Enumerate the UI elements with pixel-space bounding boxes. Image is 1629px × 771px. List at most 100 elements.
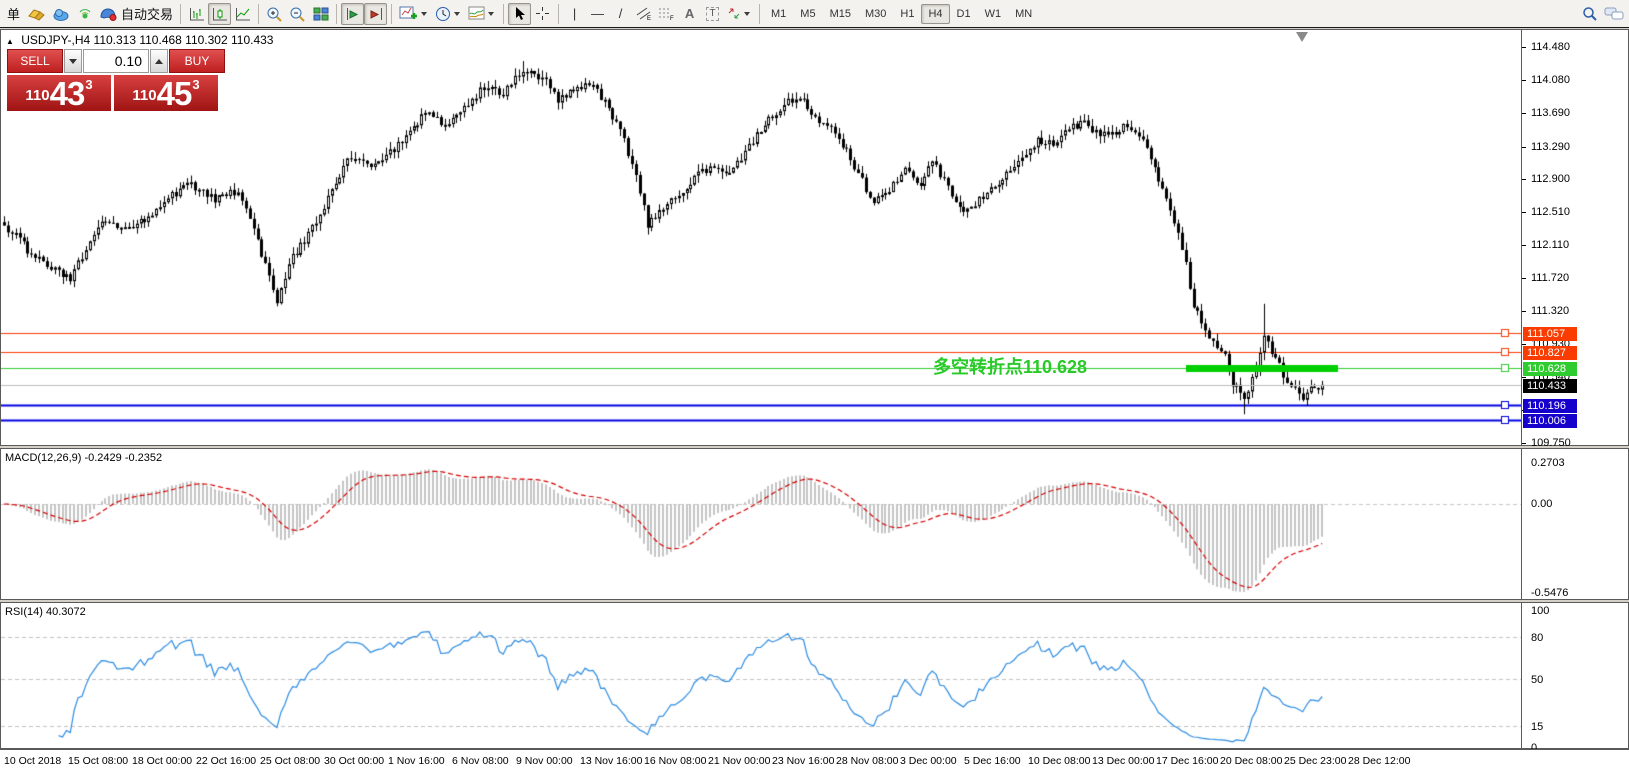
gold-ingot-button[interactable]: [25, 3, 49, 25]
macd-axis[interactable]: 0.2703 0.00 -0.5476: [1522, 448, 1629, 600]
volume-input[interactable]: [83, 49, 149, 73]
signal-button[interactable]: [73, 3, 96, 25]
periods-button[interactable]: [432, 3, 465, 25]
sell-button[interactable]: SELL: [7, 49, 63, 73]
price-axis[interactable]: 114.480114.080113.690113.290112.900112.5…: [1522, 29, 1629, 446]
timeframe-w1[interactable]: W1: [978, 4, 1009, 24]
chart-line-button[interactable]: [231, 3, 254, 25]
price-tick-label: 113.690: [1531, 106, 1570, 120]
tile-windows-button[interactable]: [309, 3, 332, 25]
new-order-button[interactable]: 单: [2, 3, 25, 25]
chart-shift-button[interactable]: [364, 3, 387, 25]
price-tick-mark: [1522, 113, 1526, 114]
news-cloud-button[interactable]: [49, 3, 73, 25]
fibonacci-icon: F: [658, 6, 675, 21]
time-axis-label: 17 Dec 16:00: [1156, 755, 1218, 767]
timeframe-m30[interactable]: M30: [858, 4, 893, 24]
autoscroll-button[interactable]: [341, 3, 364, 25]
zoom-in-button[interactable]: [263, 3, 286, 25]
svg-text:E: E: [647, 16, 651, 21]
time-axis-label: 18 Oct 00:00: [132, 755, 192, 767]
chat-button[interactable]: [1601, 3, 1629, 25]
ask-price-tile[interactable]: 110 45 3: [114, 75, 218, 111]
fibonacci-button[interactable]: F: [655, 3, 678, 25]
channel-button[interactable]: E: [632, 3, 655, 25]
timeframe-h1[interactable]: H1: [893, 4, 921, 24]
zoom-in-icon: [266, 6, 283, 22]
autotrading-label: 自动交易: [121, 4, 173, 23]
chart-candles-button[interactable]: [208, 3, 231, 25]
chart-shift-marker-icon[interactable]: [1296, 32, 1308, 42]
bid-price-tile[interactable]: 110 43 3: [7, 75, 111, 111]
text-tool-button[interactable]: A: [678, 3, 701, 25]
rsi-plot[interactable]: [1, 603, 1521, 748]
macd-plot[interactable]: [1, 449, 1521, 599]
new-order-label: 单: [7, 4, 20, 23]
time-axis-label: 15 Oct 08:00: [68, 755, 128, 767]
volume-down-button[interactable]: [64, 49, 82, 73]
price-tick-label: 114.480: [1531, 40, 1570, 54]
main-chart-plot[interactable]: [1, 30, 1521, 445]
templates-button[interactable]: [465, 3, 499, 25]
rsi-axis-label: 15: [1531, 720, 1543, 734]
indicators-button[interactable]: [396, 3, 432, 25]
collapse-marker-icon[interactable]: ▲: [6, 37, 14, 46]
timeframe-h4[interactable]: H4: [921, 4, 949, 24]
dropdown-arrow-icon[interactable]: [744, 12, 750, 16]
timeframe-m15[interactable]: M15: [823, 4, 858, 24]
price-tick-mark: [1522, 443, 1526, 444]
price-tick-mark: [1522, 245, 1526, 246]
timeframe-m5[interactable]: M5: [793, 4, 822, 24]
price-tick-mark: [1522, 311, 1526, 312]
volume-up-button[interactable]: [150, 49, 168, 73]
time-axis-label: 9 Nov 00:00: [516, 755, 573, 767]
dropdown-arrow-icon[interactable]: [454, 12, 460, 16]
autotrading-button[interactable]: 自动交易: [96, 3, 176, 25]
dropdown-arrow-icon[interactable]: [421, 12, 427, 16]
price-tick-mark: [1522, 80, 1526, 81]
vertical-line-button[interactable]: |: [563, 3, 586, 25]
timeframe-toolbar: M1M5M15M30H1H4D1W1MN: [764, 4, 1039, 24]
price-tick-mark: [1522, 179, 1526, 180]
horizontal-line-icon: —: [591, 7, 604, 20]
price-tick-label: 114.080: [1531, 73, 1570, 87]
chart-bars-button[interactable]: [185, 3, 208, 25]
dropdown-arrow-icon[interactable]: [488, 12, 494, 16]
timeframe-m1[interactable]: M1: [764, 4, 793, 24]
arrows-tool-button[interactable]: [724, 3, 755, 25]
cloud-icon: [52, 7, 70, 21]
rsi-axis[interactable]: 1008050150: [1522, 602, 1629, 749]
chart-text-annotation[interactable]: 多空转折点110.628: [933, 353, 1087, 379]
time-axis-label: 6 Nov 08:00: [452, 755, 509, 767]
ask-prefix: 110: [132, 81, 156, 111]
chat-icon: [1604, 6, 1626, 21]
price-tick-label: 111.720: [1531, 271, 1569, 285]
timeframe-d1[interactable]: D1: [950, 4, 978, 24]
time-axis-label: 23 Nov 16:00: [772, 755, 834, 767]
trendline-button[interactable]: /: [609, 3, 632, 25]
toolbar-separator: [558, 4, 559, 24]
cursor-button[interactable]: [508, 3, 531, 25]
zoom-out-icon: [289, 6, 306, 22]
bid-superscript: 3: [85, 77, 92, 92]
price-tag: 110.628: [1523, 362, 1577, 376]
time-axis-label: 13 Dec 00:00: [1092, 755, 1154, 767]
time-axis-label: 16 Nov 08:00: [644, 755, 706, 767]
crosshair-button[interactable]: [531, 3, 554, 25]
arrows-icon: [727, 7, 741, 20]
cursor-icon: [514, 6, 526, 21]
time-axis[interactable]: 10 Oct 201815 Oct 08:0018 Oct 00:0022 Oc…: [0, 749, 1629, 771]
time-axis-label: 25 Dec 23:00: [1284, 755, 1346, 767]
label-tool-button[interactable]: T: [701, 3, 724, 25]
macd-indicator-label: MACD(12,26,9) -0.2429 -0.2352: [5, 452, 162, 464]
price-tick-label: 112.110: [1531, 238, 1569, 252]
time-axis-label: 30 Oct 00:00: [324, 755, 384, 767]
search-button[interactable]: [1578, 3, 1601, 25]
vertical-line-icon: |: [573, 7, 576, 20]
timeframe-mn[interactable]: MN: [1008, 4, 1039, 24]
zoom-out-button[interactable]: [286, 3, 309, 25]
buy-button[interactable]: BUY: [169, 49, 225, 73]
candlestick-chart-icon: [212, 7, 228, 21]
horizontal-line-button[interactable]: —: [586, 3, 609, 25]
label-tool-icon: T: [706, 7, 718, 21]
